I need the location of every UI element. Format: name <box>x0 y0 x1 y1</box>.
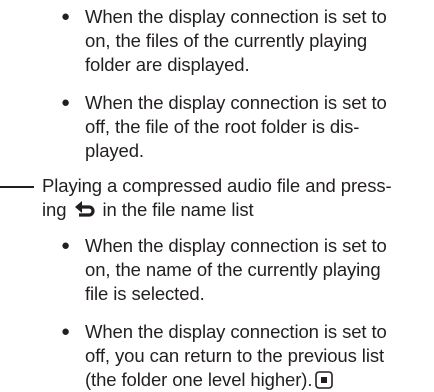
dash-item-line-2-pre: ing <box>42 199 67 220</box>
stop-square-icon <box>315 371 334 389</box>
em-dash-marker <box>0 186 34 188</box>
bullet-dot: ● <box>61 323 70 340</box>
bullet-2-line-1: When the display connection is set to <box>85 92 387 113</box>
bullet-1-line-3: folder are displayed. <box>85 54 250 75</box>
bullet-4-line-3-text: (the folder one level higher). <box>85 369 313 390</box>
bullet-1-line-1: When the display connection is set to <box>85 6 387 27</box>
manual-page-excerpt: ● When the display connection is set to … <box>0 0 434 392</box>
bullet-4-line-2: off, you can return to the previous list <box>85 345 385 366</box>
bullet-dot: ● <box>61 237 70 254</box>
bullet-3-line-2: on, the name of the currently playing <box>85 259 381 280</box>
bullet-dot: ● <box>61 94 70 111</box>
bullet-1-line-2: on, the files of the currently playing <box>85 30 368 51</box>
bullet-3-line-3: file is selected. <box>85 283 205 304</box>
bullet-4-line-3: (the folder one level higher). <box>85 368 334 392</box>
bullet-dot: ● <box>61 8 70 25</box>
return-arrow-icon <box>75 201 96 217</box>
dash-item-line-1: Playing a compressed audio file and pres… <box>42 175 392 196</box>
bullet-2-line-3: played. <box>85 140 144 161</box>
bullet-2-line-2: off, the file of the root folder is dis- <box>85 116 360 137</box>
bullet-4-line-1: When the display connection is set to <box>85 321 387 342</box>
bullet-3-line-1: When the display connection is set to <box>85 235 387 256</box>
dash-item-line-2-post: in the file name list <box>102 199 254 220</box>
dash-item-line-2: ing in the file name list <box>42 198 254 222</box>
